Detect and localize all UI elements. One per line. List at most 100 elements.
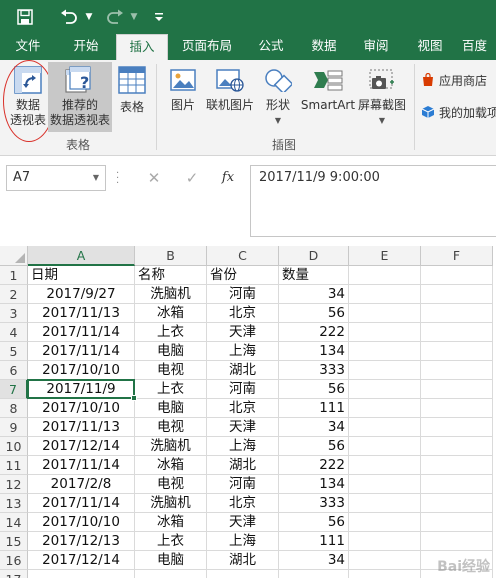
- cell-c14[interactable]: 天津: [207, 513, 279, 532]
- undo-dropdown-icon[interactable]: ▼: [83, 5, 95, 29]
- cell-f1[interactable]: [421, 266, 493, 285]
- cell-d4[interactable]: 222: [279, 323, 349, 342]
- cell-b16[interactable]: 电脑: [135, 551, 207, 570]
- row-header-3[interactable]: 3: [0, 304, 28, 323]
- row-header-10[interactable]: 10: [0, 437, 28, 456]
- cell-d17[interactable]: [279, 570, 349, 578]
- tab-data[interactable]: 数据: [302, 34, 346, 60]
- cell-d16[interactable]: 34: [279, 551, 349, 570]
- column-header-b[interactable]: B: [135, 246, 207, 266]
- cell-e13[interactable]: [349, 494, 421, 513]
- customize-icon[interactable]: [152, 5, 166, 29]
- cell-c9[interactable]: 天津: [207, 418, 279, 437]
- cell-e12[interactable]: [349, 475, 421, 494]
- column-header-f[interactable]: F: [421, 246, 493, 266]
- cell-d3[interactable]: 56: [279, 304, 349, 323]
- cell-b14[interactable]: 冰箱: [135, 513, 207, 532]
- cell-d5[interactable]: 134: [279, 342, 349, 361]
- my-addins-button[interactable]: 我的加载项: [421, 102, 496, 122]
- column-header-e[interactable]: E: [349, 246, 421, 266]
- redo-icon[interactable]: [104, 5, 126, 29]
- row-header-12[interactable]: 12: [0, 475, 28, 494]
- recommended-pivot-button[interactable]: ? 推荐的 数据透视表: [48, 62, 112, 132]
- cell-d11[interactable]: 222: [279, 456, 349, 475]
- row-header-2[interactable]: 2: [0, 285, 28, 304]
- cell-d8[interactable]: 111: [279, 399, 349, 418]
- cell-f6[interactable]: [421, 361, 493, 380]
- save-icon[interactable]: [14, 5, 36, 29]
- smartart-button[interactable]: SmartArt: [300, 62, 356, 122]
- row-header-14[interactable]: 14: [0, 513, 28, 532]
- cell-b3[interactable]: 冰箱: [135, 304, 207, 323]
- cell-e4[interactable]: [349, 323, 421, 342]
- cell-e3[interactable]: [349, 304, 421, 323]
- cell-d2[interactable]: 34: [279, 285, 349, 304]
- row-header-9[interactable]: 9: [0, 418, 28, 437]
- cell-c15[interactable]: 上海: [207, 532, 279, 551]
- row-header-16[interactable]: 16: [0, 551, 28, 570]
- enter-icon[interactable]: ✓: [178, 165, 206, 191]
- cell-a12[interactable]: 2017/2/8: [28, 475, 135, 494]
- cell-f5[interactable]: [421, 342, 493, 361]
- app-store-button[interactable]: 应用商店: [421, 70, 487, 90]
- row-header-5[interactable]: 5: [0, 342, 28, 361]
- cell-b9[interactable]: 电视: [135, 418, 207, 437]
- cell-c3[interactable]: 北京: [207, 304, 279, 323]
- undo-icon[interactable]: [58, 5, 80, 29]
- shapes-button[interactable]: 形状 ▼: [258, 62, 298, 132]
- table-button[interactable]: 表格: [114, 62, 150, 132]
- row-header-4[interactable]: 4: [0, 323, 28, 342]
- fill-handle[interactable]: [131, 395, 137, 401]
- column-header-d[interactable]: D: [279, 246, 349, 266]
- row-header-7[interactable]: 7: [0, 380, 28, 399]
- cell-a2[interactable]: 2017/9/27: [28, 285, 135, 304]
- cell-a11[interactable]: 2017/11/14: [28, 456, 135, 475]
- cell-e7[interactable]: [349, 380, 421, 399]
- cell-a15[interactable]: 2017/12/13: [28, 532, 135, 551]
- cell-b10[interactable]: 洗脑机: [135, 437, 207, 456]
- cell-e9[interactable]: [349, 418, 421, 437]
- cell-e11[interactable]: [349, 456, 421, 475]
- cell-c2[interactable]: 河南: [207, 285, 279, 304]
- picture-button[interactable]: 图片: [164, 62, 202, 122]
- select-all-button[interactable]: [0, 246, 28, 266]
- tab-page-layout[interactable]: 页面布局: [172, 34, 242, 60]
- cell-f14[interactable]: [421, 513, 493, 532]
- resize-handle-icon[interactable]: · · ·: [116, 169, 122, 189]
- cell-a9[interactable]: 2017/11/13: [28, 418, 135, 437]
- cell-a14[interactable]: 2017/10/10: [28, 513, 135, 532]
- cell-a1[interactable]: 日期: [28, 266, 135, 285]
- cell-e15[interactable]: [349, 532, 421, 551]
- cell-d6[interactable]: 333: [279, 361, 349, 380]
- cell-c10[interactable]: 上海: [207, 437, 279, 456]
- cell-d13[interactable]: 333: [279, 494, 349, 513]
- row-header-13[interactable]: 13: [0, 494, 28, 513]
- cell-b5[interactable]: 电脑: [135, 342, 207, 361]
- cell-e2[interactable]: [349, 285, 421, 304]
- cell-e16[interactable]: [349, 551, 421, 570]
- redo-dropdown-icon[interactable]: ▼: [128, 5, 140, 29]
- online-picture-button[interactable]: 联机图片: [204, 62, 256, 122]
- cell-c5[interactable]: 上海: [207, 342, 279, 361]
- cell-f2[interactable]: [421, 285, 493, 304]
- cell-a8[interactable]: 2017/10/10: [28, 399, 135, 418]
- cell-c17[interactable]: [207, 570, 279, 578]
- cell-b17[interactable]: [135, 570, 207, 578]
- cell-e14[interactable]: [349, 513, 421, 532]
- cell-f9[interactable]: [421, 418, 493, 437]
- row-header-8[interactable]: 8: [0, 399, 28, 418]
- tab-formulas[interactable]: 公式: [250, 34, 292, 60]
- tab-insert[interactable]: 插入: [116, 34, 168, 60]
- cell-a10[interactable]: 2017/12/14: [28, 437, 135, 456]
- cell-e1[interactable]: [349, 266, 421, 285]
- cell-c6[interactable]: 湖北: [207, 361, 279, 380]
- insert-function-icon[interactable]: fx: [214, 165, 242, 191]
- tab-view[interactable]: 视图: [408, 34, 452, 60]
- cell-f11[interactable]: [421, 456, 493, 475]
- cell-b2[interactable]: 洗脑机: [135, 285, 207, 304]
- cell-a3[interactable]: 2017/11/13: [28, 304, 135, 323]
- cell-c16[interactable]: 湖北: [207, 551, 279, 570]
- cell-e17[interactable]: [349, 570, 421, 578]
- cell-c13[interactable]: 北京: [207, 494, 279, 513]
- tab-file[interactable]: 文件: [4, 34, 52, 60]
